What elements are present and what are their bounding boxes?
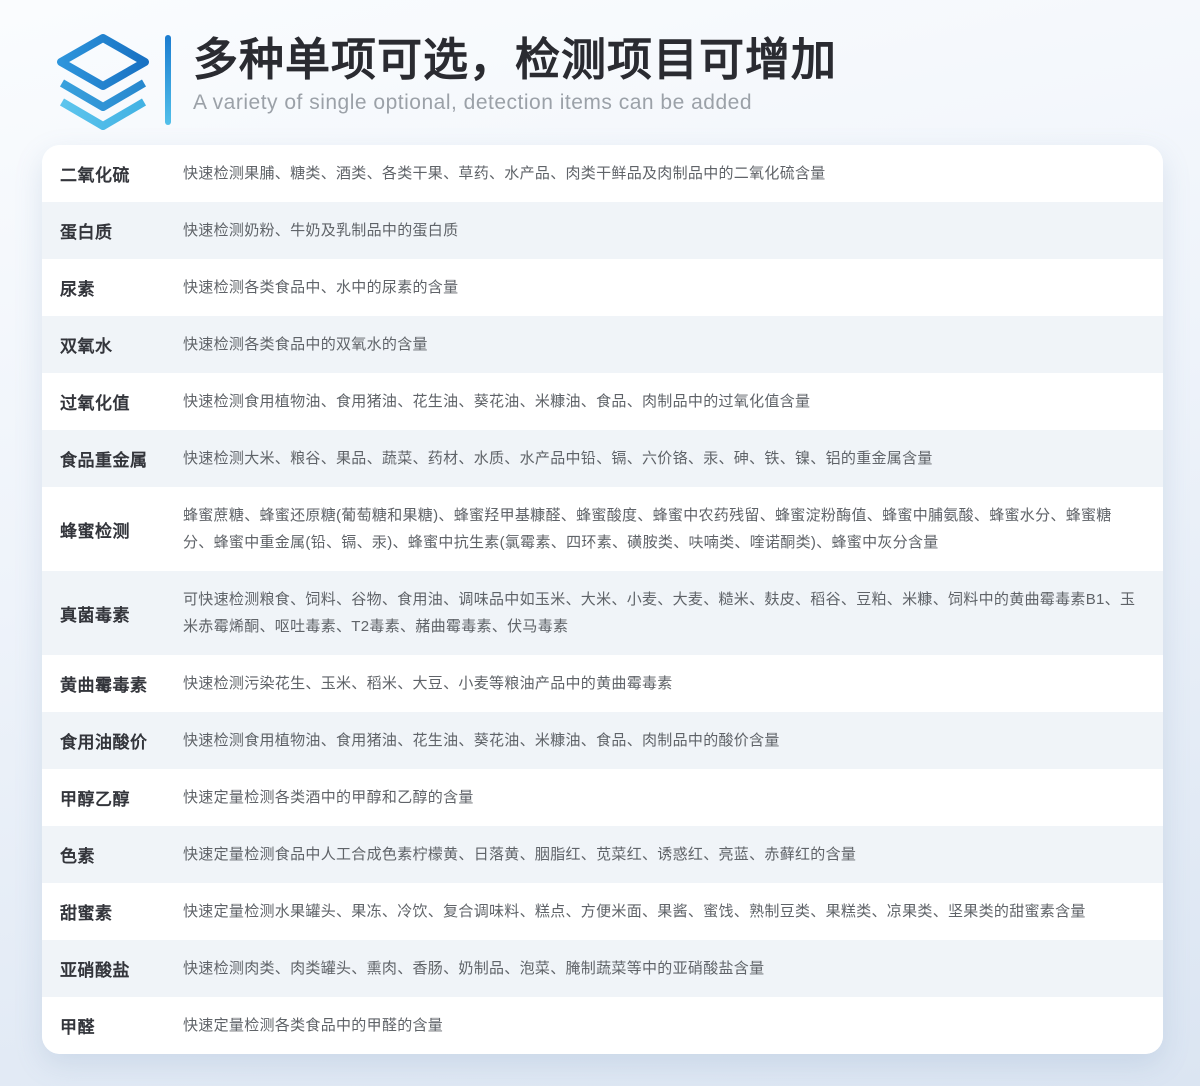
row-desc: 快速定量检测食品中人工合成色素柠檬黄、日落黄、胭脂红、苋菜红、诱惑红、亮蓝、赤藓… — [183, 841, 1137, 868]
row-label: 食品重金属 — [60, 446, 183, 471]
row-label: 甲醇乙醇 — [60, 785, 183, 810]
row-desc: 蜂蜜蔗糖、蜂蜜还原糖(葡萄糖和果糖)、蜂蜜羟甲基糠醛、蜂蜜酸度、蜂蜜中农药残留、… — [183, 502, 1137, 556]
row-desc: 快速定量检测各类食品中的甲醛的含量 — [183, 1012, 1137, 1039]
row-label: 甲醛 — [60, 1013, 183, 1038]
row-desc: 快速检测大米、粮谷、果品、蔬菜、药材、水质、水产品中铅、镉、六价铬、汞、砷、铁、… — [183, 445, 1137, 472]
row-label: 亚硝酸盐 — [60, 956, 183, 981]
header: 多种单项可选，检测项目可增加 A variety of single optio… — [0, 0, 1200, 142]
row-desc: 快速定量检测水果罐头、果冻、冷饮、复合调味料、糕点、方便米面、果酱、蜜饯、熟制豆… — [183, 898, 1137, 925]
page: 多种单项可选，检测项目可增加 A variety of single optio… — [0, 0, 1200, 1086]
row-label: 尿素 — [60, 275, 183, 300]
row-desc: 快速检测果脯、糖类、酒类、各类干果、草药、水产品、肉类干鲜品及肉制品中的二氧化硫… — [183, 160, 1137, 187]
table-row: 甲醛 快速定量检测各类食品中的甲醛的含量 — [42, 997, 1163, 1054]
table-row: 甲醇乙醇 快速定量检测各类酒中的甲醇和乙醇的含量 — [42, 769, 1163, 826]
row-desc: 快速检测污染花生、玉米、稻米、大豆、小麦等粮油产品中的黄曲霉毒素 — [183, 670, 1137, 697]
table-row: 色素 快速定量检测食品中人工合成色素柠檬黄、日落黄、胭脂红、苋菜红、诱惑红、亮蓝… — [42, 826, 1163, 883]
table-row: 尿素 快速检测各类食品中、水中的尿素的含量 — [42, 259, 1163, 316]
table-row: 过氧化值 快速检测食用植物油、食用猪油、花生油、葵花油、米糠油、食品、肉制品中的… — [42, 373, 1163, 430]
row-label: 甜蜜素 — [60, 899, 183, 924]
table-row: 蜂蜜检测 蜂蜜蔗糖、蜂蜜还原糖(葡萄糖和果糖)、蜂蜜羟甲基糠醛、蜂蜜酸度、蜂蜜中… — [42, 487, 1163, 571]
table-row: 黄曲霉毒素 快速检测污染花生、玉米、稻米、大豆、小麦等粮油产品中的黄曲霉毒素 — [42, 655, 1163, 712]
table-row: 食用油酸价 快速检测食用植物油、食用猪油、花生油、葵花油、米糠油、食品、肉制品中… — [42, 712, 1163, 769]
detection-items-card: 二氧化硫 快速检测果脯、糖类、酒类、各类干果、草药、水产品、肉类干鲜品及肉制品中… — [42, 145, 1163, 1054]
header-titles: 多种单项可选，检测项目可增加 A variety of single optio… — [193, 30, 837, 115]
divider-bar — [165, 35, 171, 125]
page-subtitle: A variety of single optional, detection … — [193, 91, 837, 115]
row-label: 黄曲霉毒素 — [60, 671, 183, 696]
row-desc: 快速检测各类食品中的双氧水的含量 — [183, 331, 1137, 358]
table-row: 蛋白质 快速检测奶粉、牛奶及乳制品中的蛋白质 — [42, 202, 1163, 259]
table-row: 亚硝酸盐 快速检测肉类、肉类罐头、熏肉、香肠、奶制品、泡菜、腌制蔬菜等中的亚硝酸… — [42, 940, 1163, 997]
row-desc: 快速检测食用植物油、食用猪油、花生油、葵花油、米糠油、食品、肉制品中的酸价含量 — [183, 727, 1137, 754]
table-row: 食品重金属 快速检测大米、粮谷、果品、蔬菜、药材、水质、水产品中铅、镉、六价铬、… — [42, 430, 1163, 487]
page-title: 多种单项可选，检测项目可增加 — [193, 32, 837, 88]
row-label: 双氧水 — [60, 332, 183, 357]
row-desc: 可快速检测粮食、饲料、谷物、食用油、调味品中如玉米、大米、小麦、大麦、糙米、麸皮… — [183, 586, 1137, 640]
row-desc: 快速检测肉类、肉类罐头、熏肉、香肠、奶制品、泡菜、腌制蔬菜等中的亚硝酸盐含量 — [183, 955, 1137, 982]
table-row: 二氧化硫 快速检测果脯、糖类、酒类、各类干果、草药、水产品、肉类干鲜品及肉制品中… — [42, 145, 1163, 202]
row-label: 真菌毒素 — [60, 601, 183, 626]
row-label: 色素 — [60, 842, 183, 867]
row-desc: 快速检测奶粉、牛奶及乳制品中的蛋白质 — [183, 217, 1137, 244]
row-desc: 快速检测食用植物油、食用猪油、花生油、葵花油、米糠油、食品、肉制品中的过氧化值含… — [183, 388, 1137, 415]
row-label: 食用油酸价 — [60, 728, 183, 753]
layers-stack-icon — [55, 32, 151, 132]
row-label: 二氧化硫 — [60, 161, 183, 186]
table-row: 双氧水 快速检测各类食品中的双氧水的含量 — [42, 316, 1163, 373]
row-desc: 快速定量检测各类酒中的甲醇和乙醇的含量 — [183, 784, 1137, 811]
table-row: 甜蜜素 快速定量检测水果罐头、果冻、冷饮、复合调味料、糕点、方便米面、果酱、蜜饯… — [42, 883, 1163, 940]
row-label: 蜂蜜检测 — [60, 517, 183, 542]
row-desc: 快速检测各类食品中、水中的尿素的含量 — [183, 274, 1137, 301]
row-label: 过氧化值 — [60, 389, 183, 414]
row-label: 蛋白质 — [60, 218, 183, 243]
table-row: 真菌毒素 可快速检测粮食、饲料、谷物、食用油、调味品中如玉米、大米、小麦、大麦、… — [42, 571, 1163, 655]
